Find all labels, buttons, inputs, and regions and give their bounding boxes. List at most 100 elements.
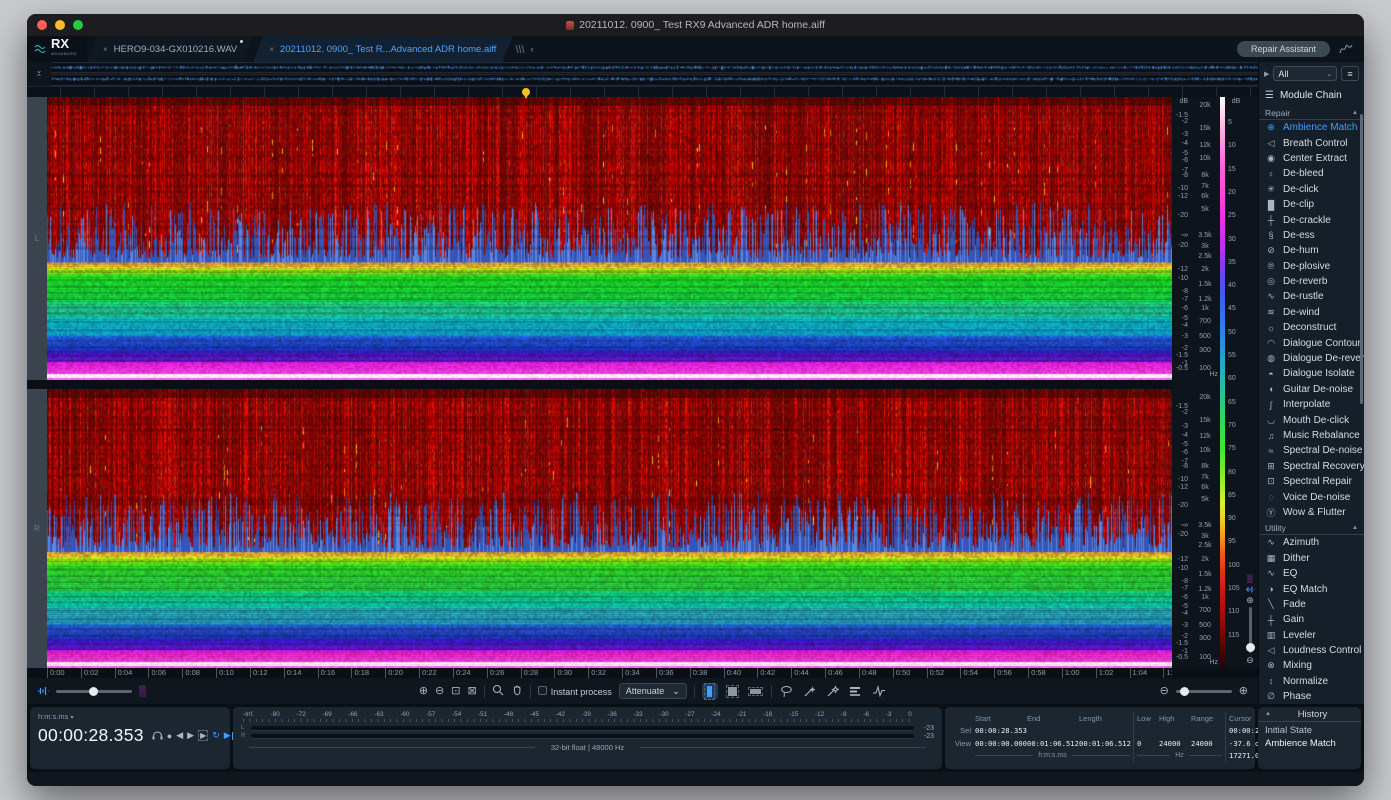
module-item-gain[interactable]: ┼Gain [1259, 612, 1364, 627]
module-item-wow-flutter[interactable]: ⓎWow & Flutter [1259, 505, 1364, 520]
instant-process-toggle[interactable]: Instant process [538, 682, 612, 700]
collapse-overview-icon[interactable]: ⌄⌃ [27, 62, 51, 86]
flatten-icon[interactable] [848, 683, 864, 699]
tab-20211012-0900-test-r-adv[interactable]: ×20211012. 0900_ Test R...Advanced ADR h… [253, 36, 512, 62]
close-tab-icon[interactable]: × [269, 45, 274, 54]
module-item-ambience-match[interactable]: ⊕Ambience Match [1259, 120, 1364, 135]
module-item-voice-de-noise[interactable]: ◌Voice De-noise [1259, 489, 1364, 504]
module-item-dither[interactable]: ▦Dither [1259, 551, 1364, 566]
module-item-eq-match[interactable]: ◑EQ Match [1259, 581, 1364, 596]
module-panel-collapse-icon[interactable]: ▶ [1264, 70, 1269, 78]
selection-start-value[interactable]: 00:00:28.353 [975, 726, 1027, 735]
process-mode-select[interactable]: Attenuate⌄ [619, 683, 687, 699]
meter-peak-right[interactable]: -23 [918, 733, 934, 740]
repair-assistant-button[interactable]: Repair Assistant [1237, 41, 1330, 57]
h-zoom-knob[interactable] [1180, 687, 1189, 696]
repair-assistant-icon[interactable] [1338, 42, 1354, 56]
view-length-value[interactable]: 00:01:06.512 [1079, 739, 1130, 748]
module-list-scrollbar[interactable] [1360, 114, 1363, 404]
close-window-icon[interactable] [37, 20, 47, 30]
module-item-de-plosive[interactable]: ℗De-plosive [1259, 259, 1364, 274]
h-zoom-slider[interactable] [1176, 690, 1232, 693]
signal-chain-icon[interactable] [871, 683, 887, 699]
minimize-window-icon[interactable] [55, 20, 65, 30]
waveform-blend-icon[interactable] [37, 686, 49, 696]
time-format-select[interactable]: h:m:s.ms ▾ [38, 712, 222, 721]
module-item-mixing[interactable]: ⊗Mixing [1259, 658, 1364, 673]
module-item-de-clip[interactable]: ▐▌De-clip [1259, 197, 1364, 212]
h-zoom-in-icon[interactable]: ⊕ [1239, 685, 1248, 697]
loop-icon[interactable]: ↻ [212, 730, 220, 741]
module-item-dialogue-isolate[interactable]: ◓Dialogue Isolate [1259, 366, 1364, 381]
hand-icon[interactable] [511, 684, 523, 699]
freq-high-value[interactable]: 24000 [1159, 739, 1191, 748]
blend-slider-knob[interactable] [89, 687, 98, 696]
vertical-zoom-knob[interactable] [1246, 643, 1255, 652]
module-item-spectral-repair[interactable]: ⊡Spectral Repair [1259, 474, 1364, 489]
view-start-value[interactable]: 00:00:00.000 [975, 739, 1027, 748]
close-tab-icon[interactable]: × [103, 45, 108, 54]
playhead-marker[interactable] [522, 88, 530, 96]
module-item-spectral-de-noise[interactable]: ≈Spectral De-noise [1259, 443, 1364, 458]
module-item-eq[interactable]: ∿EQ [1259, 566, 1364, 581]
play-selection-icon[interactable]: ▶ [198, 730, 208, 741]
h-zoom-out-icon[interactable]: ⊖ [1160, 685, 1169, 697]
module-item-de-reverb[interactable]: ◎De-reverb [1259, 274, 1364, 289]
zoom-window-icon[interactable] [73, 20, 83, 30]
module-item-interpolate[interactable]: ∫Interpolate [1259, 397, 1364, 412]
module-item-azimuth[interactable]: ∿Azimuth [1259, 535, 1364, 550]
record-icon[interactable]: ● [167, 731, 172, 741]
vertical-zoom-out-icon[interactable]: ⊖ [1246, 656, 1254, 664]
time-ruler-top[interactable] [27, 86, 1258, 97]
magnifier-icon[interactable] [492, 684, 504, 699]
module-item-de-hum[interactable]: ⊘De-hum [1259, 243, 1364, 258]
history-item[interactable]: Ambience Match [1265, 738, 1354, 751]
module-item-de-wind[interactable]: ≋De-wind [1259, 305, 1364, 320]
module-filter-select[interactable]: All ⌄ [1273, 66, 1337, 81]
frequency-selection-icon[interactable] [748, 683, 764, 699]
waveform-spectrogram-blend-slider[interactable] [56, 690, 132, 693]
module-item-de-rustle[interactable]: ∿De-rustle [1259, 289, 1364, 304]
vertical-zoom-in-icon[interactable]: ⊕ [1246, 596, 1254, 604]
time-frequency-selection-icon[interactable] [725, 683, 741, 699]
previous-icon[interactable]: ◀ [176, 730, 183, 741]
module-item-normalize[interactable]: ↕Normalize [1259, 674, 1364, 689]
module-item-breath-control[interactable]: ◁Breath Control [1259, 135, 1364, 150]
module-item-spectral-recovery[interactable]: ⊞Spectral Recovery [1259, 459, 1364, 474]
time-selection-icon[interactable] [702, 683, 718, 699]
module-item-phase[interactable]: ∅Phase [1259, 689, 1364, 704]
history-item[interactable]: Initial State [1265, 725, 1354, 738]
overview-waveform-canvas[interactable] [51, 62, 1258, 86]
magic-wand-icon[interactable] [825, 683, 841, 699]
tab-list-icon[interactable] [514, 44, 526, 54]
play-icon[interactable]: ▶ [187, 730, 194, 741]
module-item-de-crackle[interactable]: ┼De-crackle [1259, 212, 1364, 227]
section-collapse-icon[interactable]: ▲ [1352, 525, 1358, 531]
module-item-de-bleed[interactable]: ♀De-bleed [1259, 166, 1364, 181]
spectrogram-blend-icon[interactable]: ▒ [139, 686, 146, 697]
tab-scroll-left-icon[interactable]: ‹ [530, 44, 533, 54]
module-item-de-click[interactable]: ✳De-click [1259, 182, 1364, 197]
module-item-dialogue-contour[interactable]: ◠Dialogue Contour [1259, 335, 1364, 350]
module-item-dialogue-de-reverb[interactable]: ◍Dialogue De-reverb [1259, 351, 1364, 366]
module-chain-item[interactable]: ☰ Module Chain [1259, 85, 1364, 105]
waveform-view-icon[interactable] [1245, 586, 1255, 593]
spectrogram-view-icon[interactable]: ▒ [1247, 575, 1253, 583]
zoom-fit-icon[interactable]: ⊠ [467, 685, 476, 697]
time-ruler-bottom[interactable]: 0:000:020:040:060:080:100:120:140:160:18… [47, 668, 1172, 678]
spectrogram-canvas-left[interactable] [47, 97, 1172, 380]
module-item-deconstruct[interactable]: ☼Deconstruct [1259, 320, 1364, 335]
vertical-zoom-slider[interactable] [1249, 607, 1252, 653]
spectrogram-canvas-right[interactable] [47, 389, 1172, 668]
module-item-music-rebalance[interactable]: ♫Music Rebalance [1259, 428, 1364, 443]
module-item-loudness-control[interactable]: ◁Loudness Control [1259, 643, 1364, 658]
module-menu-button[interactable]: ≡ [1341, 66, 1359, 81]
module-item-leveler[interactable]: ▥Leveler [1259, 628, 1364, 643]
wand-icon[interactable] [802, 683, 818, 699]
freq-low-value[interactable]: 0 [1137, 739, 1159, 748]
tab-hero9-034-gx010216-wav[interactable]: ×HERO9-034-GX010216.WAV [87, 36, 253, 62]
module-item-de-ess[interactable]: §De-ess [1259, 228, 1364, 243]
freq-range-value[interactable]: 24000 [1191, 739, 1222, 748]
zoom-selection-icon[interactable]: ⊡ [451, 685, 460, 697]
headphones-icon[interactable] [152, 731, 163, 740]
